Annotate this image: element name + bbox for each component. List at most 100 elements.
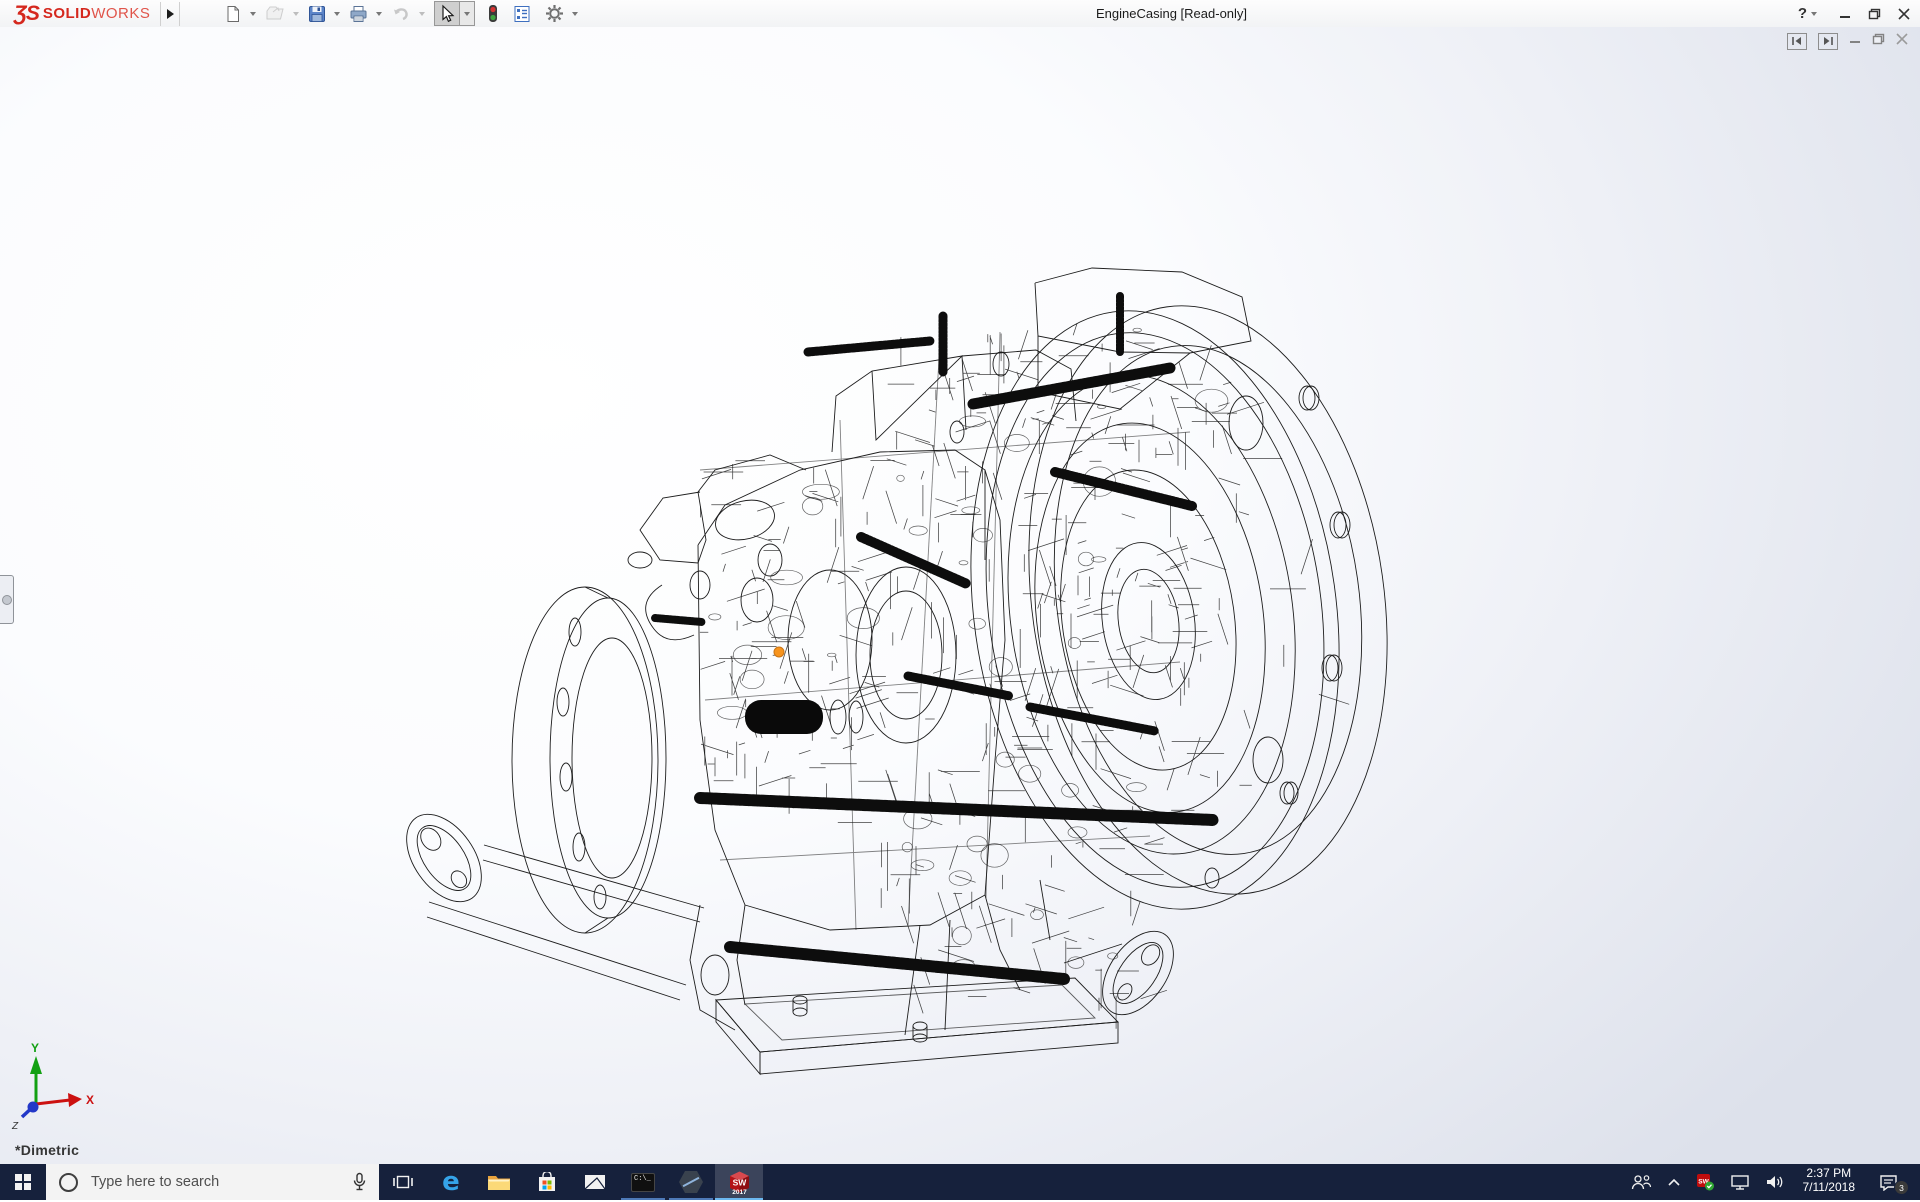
store-icon (537, 1172, 557, 1193)
new-document-button[interactable] (222, 2, 244, 26)
solidworks-tray-icon: SW (1696, 1173, 1715, 1191)
help-dropdown[interactable] (1811, 12, 1817, 16)
open-dropdown[interactable] (293, 12, 299, 16)
chevron-up-icon (1667, 1178, 1681, 1187)
help-button[interactable]: ? (1798, 5, 1822, 22)
new-document-icon (224, 5, 242, 23)
options-gear-icon (545, 4, 564, 23)
restore-icon (1868, 8, 1881, 20)
desktop: { "titlebar": { "title": "EngineCasing [… (0, 0, 1920, 1200)
doc-close-icon (1896, 33, 1908, 45)
save-button[interactable] (306, 2, 328, 26)
people-icon (1630, 1174, 1652, 1190)
select-dropdown-arrow (464, 12, 470, 16)
clock-date: 7/11/2018 (1803, 1180, 1856, 1194)
volume-button[interactable] (1762, 1164, 1788, 1200)
print-button[interactable] (347, 2, 370, 26)
cortana-icon (59, 1173, 78, 1192)
select-tool-button[interactable] (434, 1, 475, 26)
print-icon (349, 5, 368, 23)
clock[interactable]: 2:37 PM 7/11/2018 (1797, 1162, 1862, 1202)
undo-dropdown[interactable] (419, 12, 425, 16)
select-tool-dropdown[interactable] (459, 2, 474, 25)
triad-x-label: X (86, 1093, 94, 1107)
mail-icon (584, 1174, 606, 1190)
solidworks-tray-button[interactable]: SW (1693, 1164, 1718, 1200)
hex-app-icon (679, 1171, 703, 1193)
dark-cylinder-part (745, 700, 823, 734)
taskbar-file-explorer[interactable] (475, 1164, 523, 1200)
flyout-arrow-icon (167, 9, 174, 19)
doc-minimize-button[interactable] (1849, 32, 1861, 50)
search-input[interactable] (89, 1173, 346, 1191)
minimize-icon (1839, 8, 1851, 20)
minimize-button[interactable] (1839, 8, 1851, 20)
microphone-icon[interactable] (352, 1172, 367, 1192)
restore-button[interactable] (1868, 8, 1881, 20)
casing-rings (934, 287, 1376, 934)
rebuild-button[interactable] (485, 2, 501, 26)
save-icon (308, 5, 326, 23)
task-view-icon (393, 1174, 413, 1190)
windows-logo-icon (15, 1174, 31, 1190)
window-controls: ? (1798, 0, 1910, 27)
pane-right-icon (1822, 36, 1834, 46)
windows-taskbar: e C:\_ SW 2017 SW (0, 1164, 1920, 1200)
options-button[interactable] (543, 2, 566, 26)
doc-close-button[interactable] (1896, 32, 1908, 50)
orientation-triad[interactable]: Y X Z (11, 1041, 94, 1132)
wireframe-model: Y X Z (0, 27, 1920, 1164)
notification-badge: 3 (1894, 1180, 1909, 1195)
svg-text:2017: 2017 (732, 1189, 747, 1196)
feature-pane-splitter-tab[interactable] (0, 575, 14, 624)
save-dropdown[interactable] (334, 12, 340, 16)
pane-collapse-left-button[interactable] (1787, 33, 1807, 50)
select-cursor-icon (438, 4, 456, 23)
start-button[interactable] (0, 1164, 46, 1200)
taskbar-solidworks[interactable]: SW 2017 (715, 1164, 763, 1200)
action-center-button[interactable]: 3 (1870, 1164, 1906, 1200)
network-button[interactable] (1727, 1164, 1753, 1200)
file-properties-icon (513, 5, 531, 23)
help-label: ? (1798, 5, 1807, 22)
undo-button[interactable] (389, 2, 413, 26)
solidworks-logo: ƷS SOLIDWORKS (0, 0, 160, 27)
graphics-viewport[interactable]: Y X Z *Dimetric (0, 27, 1920, 1164)
taskbar-mail[interactable] (571, 1164, 619, 1200)
taskbar-store[interactable] (523, 1164, 571, 1200)
brand-solid: SOLID (43, 5, 91, 22)
task-view-button[interactable] (379, 1164, 427, 1200)
file-properties-button[interactable] (511, 2, 533, 26)
undo-icon (391, 5, 411, 23)
volume-icon (1765, 1174, 1785, 1190)
pane-collapse-right-button[interactable] (1818, 33, 1838, 50)
doc-restore-icon (1872, 33, 1885, 45)
wireframe-detail-hatch (700, 323, 1349, 1029)
close-icon (1898, 8, 1910, 20)
new-document-dropdown[interactable] (250, 12, 256, 16)
close-button[interactable] (1898, 8, 1910, 20)
clock-time: 2:37 PM (1803, 1166, 1856, 1180)
svg-text:SW: SW (732, 1177, 747, 1187)
window-title: EngineCasing [Read-only] (1096, 0, 1247, 27)
brand-works: WORKS (91, 5, 150, 22)
pane-left-icon (1791, 36, 1803, 46)
title-bar: ƷS SOLIDWORKS (0, 0, 1920, 28)
command-prompt-icon: C:\_ (631, 1173, 655, 1192)
taskbar-search[interactable] (46, 1164, 379, 1200)
tray-overflow-button[interactable] (1664, 1164, 1684, 1200)
selection-point (774, 647, 784, 657)
taskbar-hex-cad-app[interactable] (667, 1164, 715, 1200)
menu-flyout-button[interactable] (160, 2, 180, 26)
print-dropdown[interactable] (376, 12, 382, 16)
taskbar-edge[interactable]: e (427, 1164, 475, 1200)
file-explorer-icon (487, 1173, 511, 1192)
triad-y-label: Y (31, 1041, 39, 1055)
view-orientation-label: *Dimetric (15, 1142, 79, 1158)
options-dropdown[interactable] (572, 12, 578, 16)
doc-restore-button[interactable] (1872, 32, 1885, 50)
quick-toolbar (222, 1, 583, 26)
taskbar-command-prompt[interactable]: C:\_ (619, 1164, 667, 1200)
open-button[interactable] (263, 2, 287, 26)
people-button[interactable] (1627, 1164, 1655, 1200)
